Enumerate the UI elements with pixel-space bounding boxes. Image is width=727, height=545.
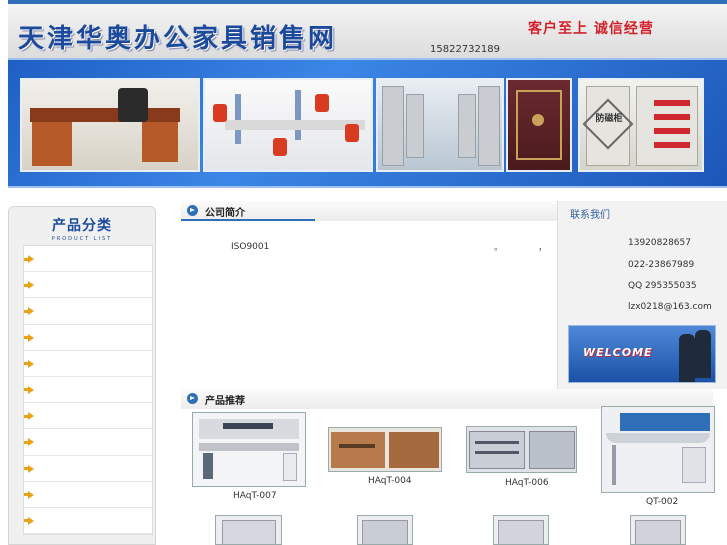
category-item[interactable] <box>24 272 152 299</box>
sidebar-header: 产品分类 PRODUCT LIST <box>9 207 155 243</box>
arrow-right-icon <box>24 359 34 368</box>
site-header: 天津华奥办公家具销售网 客户至上 诚信经营 15822732189 <box>8 0 727 58</box>
about-punct: ， <box>538 243 548 253</box>
category-item[interactable] <box>24 298 152 325</box>
product-label[interactable]: HAqT-004 <box>368 476 412 486</box>
arrow-circle-icon <box>187 205 198 216</box>
sidebar-title: 产品分类 <box>52 218 112 234</box>
sidebar-subtitle: PRODUCT LIST <box>51 236 113 242</box>
banner: 防磁柜 <box>8 58 727 188</box>
category-item[interactable] <box>24 403 152 430</box>
person-figure <box>695 330 711 378</box>
person-figure <box>679 334 695 382</box>
header-phone: 15822732189 <box>430 44 500 55</box>
category-item[interactable] <box>24 351 152 377</box>
banner-photo-desk <box>20 78 200 172</box>
arrow-right-icon <box>24 516 34 525</box>
arrow-right-icon <box>24 464 34 473</box>
arrow-right-icon <box>24 490 34 499</box>
product-label[interactable]: HAqT-006 <box>505 478 549 488</box>
category-item[interactable] <box>24 246 152 273</box>
product-label[interactable]: QT-002 <box>646 497 678 507</box>
category-item[interactable] <box>24 482 152 508</box>
category-item[interactable] <box>24 508 152 535</box>
contact-phone2: 022-23867989 <box>628 260 695 270</box>
category-item[interactable] <box>24 377 152 404</box>
product-image[interactable] <box>192 412 306 487</box>
contact-phone1: 13920828657 <box>628 238 691 248</box>
arrow-right-icon <box>24 255 34 263</box>
product-image[interactable] <box>357 515 413 545</box>
banner-photo-cabinet: 防磁柜 <box>578 78 704 172</box>
arrow-right-icon <box>24 307 34 316</box>
product-image[interactable] <box>466 426 577 473</box>
category-item[interactable] <box>24 325 152 351</box>
section-underline <box>181 219 315 221</box>
product-image[interactable] <box>601 406 715 493</box>
site-title: 天津华奥办公家具销售网 <box>18 24 338 54</box>
product-image[interactable] <box>493 515 549 545</box>
category-list <box>23 245 153 536</box>
welcome-text: WELCOME <box>583 346 653 359</box>
category-item[interactable] <box>24 456 152 482</box>
about-punct: 。 <box>494 243 504 253</box>
contact-qq: QQ 295355035 <box>628 281 697 291</box>
banner-photo-safe <box>506 78 572 172</box>
about-section-header: 公司简介 <box>181 201 557 221</box>
banner-photo-workstation <box>203 78 373 172</box>
product-image[interactable] <box>328 427 442 472</box>
contact-email[interactable]: lzx0218@163.com <box>628 302 712 312</box>
product-label[interactable]: HAqT-007 <box>233 491 277 501</box>
welcome-banner: WELCOME <box>568 325 716 383</box>
product-image[interactable] <box>215 515 282 545</box>
category-item[interactable] <box>24 429 152 456</box>
products-title: 产品推荐 <box>205 396 245 407</box>
arrow-circle-icon <box>187 393 198 404</box>
banner-photo-archive <box>376 78 504 172</box>
product-category-sidebar: 产品分类 PRODUCT LIST <box>8 206 156 545</box>
about-text: ISO9001 <box>231 242 270 252</box>
safe-label: 防磁柜 <box>595 114 623 124</box>
contact-panel: 联系我们 13920828657 022-23867989 QQ 2953550… <box>557 201 727 389</box>
arrow-right-icon <box>24 333 34 342</box>
about-title: 公司简介 <box>205 208 245 219</box>
arrow-right-icon <box>24 438 34 447</box>
slogan: 客户至上 诚信经营 <box>528 21 654 37</box>
product-image[interactable] <box>630 515 686 545</box>
arrow-right-icon <box>24 281 34 290</box>
arrow-right-icon <box>24 412 34 421</box>
contact-title: 联系我们 <box>570 210 610 221</box>
arrow-right-icon <box>24 385 34 394</box>
